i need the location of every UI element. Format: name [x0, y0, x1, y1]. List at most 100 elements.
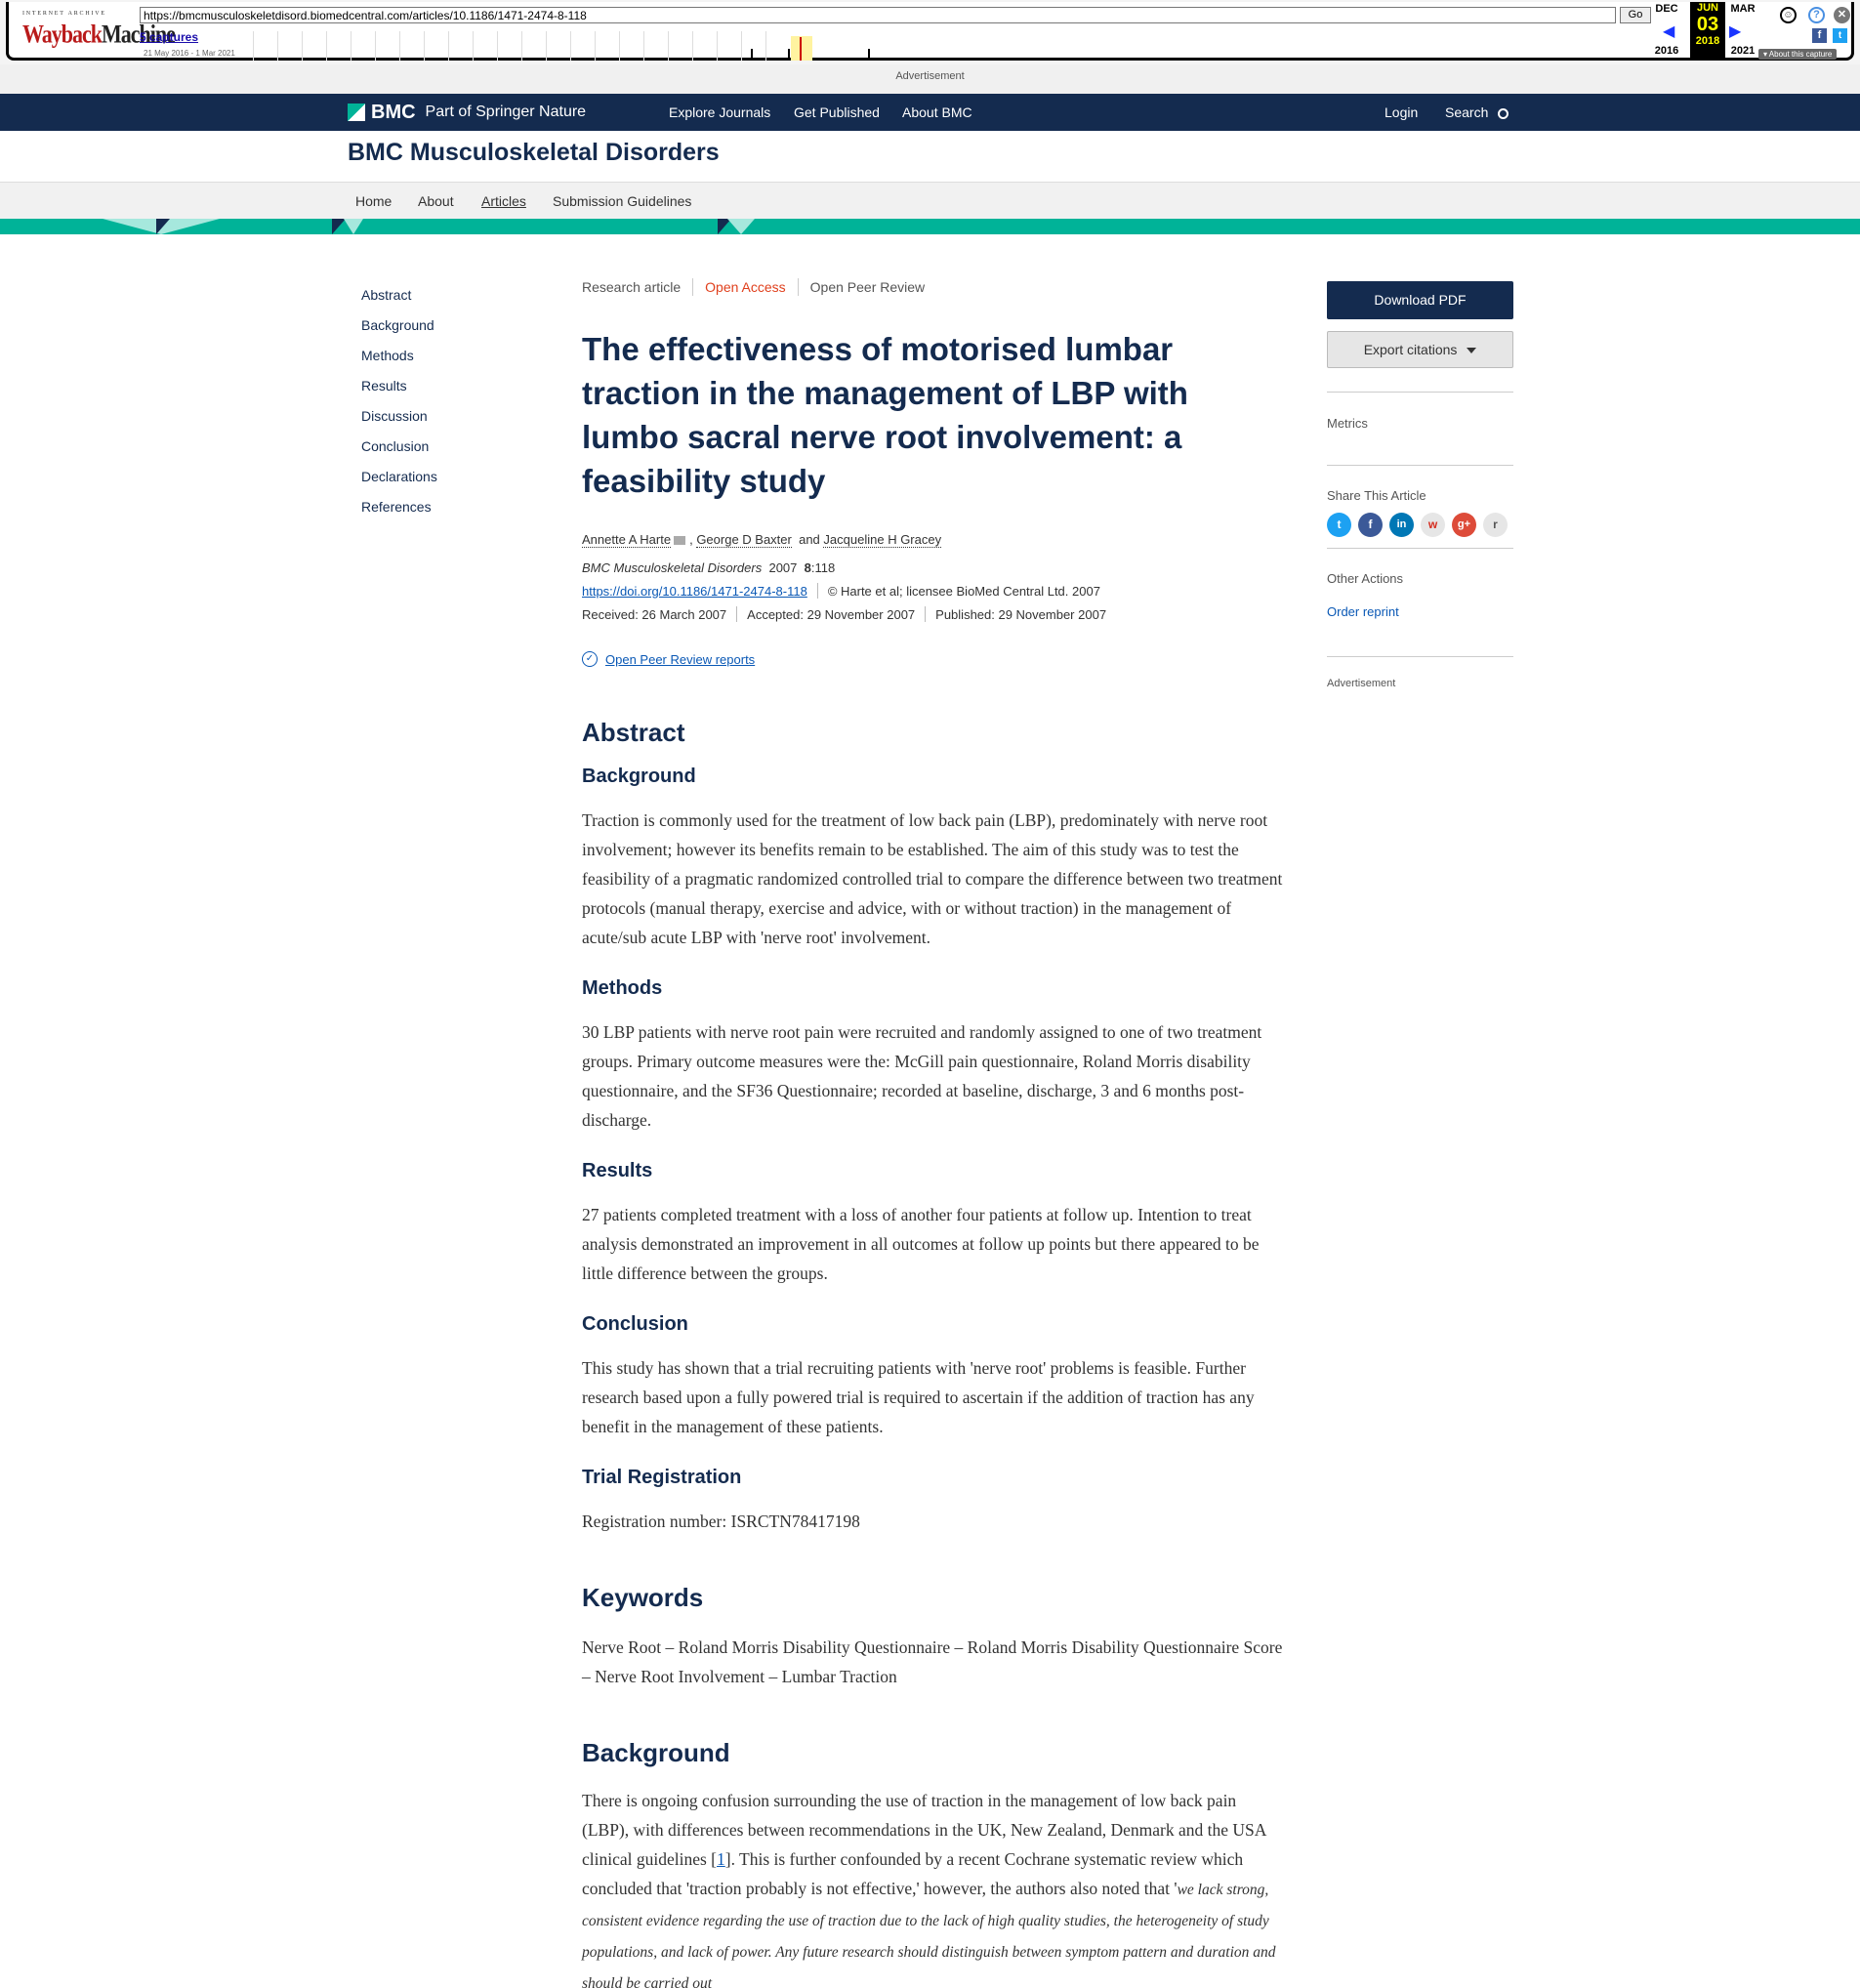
journal-title[interactable]: BMC Musculoskeletal Disorders: [348, 139, 720, 167]
facebook-share-icon[interactable]: f: [1358, 513, 1383, 537]
peer-review-reports-link[interactable]: ✓ Open Peer Review reports: [582, 651, 1285, 667]
wayback-prev-year[interactable]: 2016: [1651, 45, 1682, 57]
wayback-logo-main: Wayback: [22, 19, 103, 49]
spark-tick: [868, 49, 870, 61]
divider: [816, 583, 818, 599]
divider: [797, 278, 799, 296]
abstract-conclusion-heading: Conclusion: [582, 1313, 688, 1335]
abstract-background-text: Traction is commonly used for the treatm…: [582, 810, 1283, 947]
spark-col: [668, 31, 669, 61]
twitter-icon[interactable]: t: [1833, 28, 1847, 43]
wayback-date-range: 21 May 2016 - 1 Mar 2021: [144, 49, 235, 58]
bmc-logo-mark-icon: [348, 104, 365, 121]
trial-registration-heading: Trial Registration: [582, 1467, 742, 1488]
help-icon[interactable]: ?: [1808, 7, 1825, 23]
wayback-next-month[interactable]: MAR: [1727, 3, 1758, 15]
citation-article-number: :118: [810, 560, 836, 575]
nav-about-bmc[interactable]: About BMC: [902, 104, 972, 120]
caret-down-icon: [1467, 348, 1477, 354]
spark-col: [692, 31, 693, 61]
toc-declarations[interactable]: Declarations: [361, 467, 437, 497]
subnav-about[interactable]: About: [418, 193, 454, 209]
spark-tick-current: [800, 37, 802, 61]
background-heading: Background: [582, 1738, 730, 1767]
toc-background[interactable]: Background: [361, 315, 437, 346]
export-citations-button[interactable]: Export citations: [1327, 331, 1513, 368]
nav-get-published[interactable]: Get Published: [794, 104, 880, 120]
toc-references[interactable]: References: [361, 497, 437, 527]
twitter-share-icon[interactable]: t: [1327, 513, 1351, 537]
metrics-link[interactable]: Metrics: [1327, 416, 1513, 431]
spark-col: [595, 31, 596, 61]
article-dates: Received: 26 March 2007 Accepted: 29 Nov…: [582, 606, 1285, 622]
bmc-logo[interactable]: BMC Part of Springer Nature: [348, 102, 586, 123]
citation-journal: BMC Musculoskeletal Disorders: [582, 560, 763, 575]
author-list: Annette A Harte, George D Baxter and Jac…: [582, 532, 942, 548]
bmc-logo-sub: Part of Springer Nature: [425, 104, 587, 120]
toc-results[interactable]: Results: [361, 376, 437, 406]
google-plus-share-icon[interactable]: g+: [1452, 513, 1476, 537]
wayback-sparkline[interactable]: [253, 31, 888, 61]
about-capture-button[interactable]: ▾ About this capture: [1758, 49, 1838, 60]
next-capture-arrow-icon[interactable]: ▶: [1729, 21, 1741, 41]
abstract-methods-heading: Methods: [582, 977, 663, 999]
wayback-url-input[interactable]: [140, 7, 1616, 23]
check-circle-icon: ✓: [582, 651, 598, 667]
subnav-articles[interactable]: Articles: [481, 193, 526, 209]
divider: [1327, 548, 1513, 549]
user-icon[interactable]: ☺: [1780, 7, 1797, 23]
nav-explore-journals[interactable]: Explore Journals: [669, 104, 770, 120]
teal-decorative-band: [0, 219, 1860, 234]
toc-abstract[interactable]: Abstract: [361, 285, 437, 315]
login-link[interactable]: Login: [1385, 104, 1418, 120]
spark-current-year: [791, 36, 812, 61]
spark-col: [326, 31, 327, 61]
article-type: Research article: [582, 279, 682, 295]
divider: [1327, 392, 1513, 393]
peer-review-reports-label: Open Peer Review reports: [605, 651, 756, 667]
abstract-background-heading: Background: [582, 766, 696, 787]
open-peer-review-label: Open Peer Review: [809, 279, 926, 295]
band-triangle: [344, 219, 363, 234]
linkedin-share-icon[interactable]: in: [1389, 513, 1414, 537]
close-icon[interactable]: ✕: [1834, 7, 1850, 23]
wayback-prev-month[interactable]: DEC: [1651, 3, 1682, 15]
subnav-submission-guidelines[interactable]: Submission Guidelines: [553, 193, 691, 209]
sidebar-advertisement-label: Advertisement: [1327, 678, 1396, 689]
spark-col: [619, 31, 620, 61]
prev-capture-arrow-icon[interactable]: ◀: [1663, 21, 1674, 41]
band-triangle: [727, 219, 755, 234]
toc-methods[interactable]: Methods: [361, 346, 437, 376]
citation-ref-link[interactable]: 1: [717, 1849, 725, 1869]
author-link[interactable]: Annette A Harte: [582, 532, 672, 548]
author-link[interactable]: George D Baxter: [696, 532, 792, 548]
toc-conclusion[interactable]: Conclusion: [361, 436, 437, 467]
share-icons: t f in w g+ r: [1327, 513, 1513, 537]
spark-col: [521, 31, 522, 61]
facebook-icon[interactable]: f: [1812, 28, 1827, 43]
wayback-next-year[interactable]: 2021: [1727, 45, 1758, 57]
divider: [1327, 656, 1513, 657]
order-reprint-link[interactable]: Order reprint: [1327, 604, 1513, 619]
doi-link[interactable]: https://doi.org/10.1186/1471-2474-8-118: [582, 584, 807, 599]
download-pdf-button[interactable]: Download PDF: [1327, 281, 1513, 319]
abstract-methods-text: 30 LBP patients with nerve root pain wer…: [582, 1022, 1262, 1130]
share-article-label: Share This Article: [1327, 488, 1426, 503]
citation-volume: 8: [804, 560, 811, 575]
copyright-text: © Harte et al; licensee BioMed Central L…: [827, 583, 1100, 599]
article-sidebar: Download PDF Export citations Metrics Sh…: [1327, 281, 1513, 689]
reddit-share-icon[interactable]: r: [1483, 513, 1508, 537]
author-link[interactable]: Jacqueline H Gracey: [823, 532, 942, 548]
abstract-conclusion-text: This study has shown that a trial recrui…: [582, 1358, 1255, 1436]
article-type-bar: Research article Open Access Open Peer R…: [582, 278, 1285, 296]
published-date: Published: 29 November 2007: [935, 606, 1107, 622]
wayback-captures-link[interactable]: 5 captures: [140, 30, 198, 44]
weibo-share-icon[interactable]: w: [1421, 513, 1445, 537]
spark-col: [643, 31, 644, 61]
subnav-home[interactable]: Home: [355, 193, 392, 209]
other-actions-label: Other Actions: [1327, 571, 1404, 586]
toc-discussion[interactable]: Discussion: [361, 406, 437, 436]
search-button[interactable]: Search: [1445, 104, 1509, 120]
envelope-icon[interactable]: [674, 536, 686, 546]
wayback-go-button[interactable]: Go: [1620, 7, 1651, 23]
